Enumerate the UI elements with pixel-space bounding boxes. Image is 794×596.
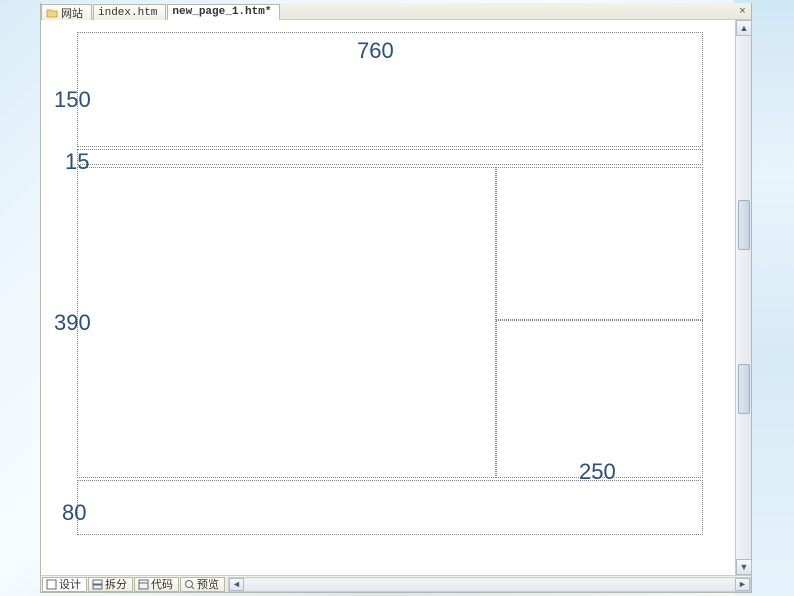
tab-newpage[interactable]: new_page_1.htm*: [167, 4, 280, 20]
dim-right-width: 250: [579, 459, 616, 485]
chevron-right-icon: ►: [738, 579, 747, 589]
view-split-button[interactable]: 拆分: [88, 577, 133, 592]
design-canvas[interactable]: 760 150 15 390 250 80: [41, 20, 751, 575]
view-design-button[interactable]: 设计: [42, 577, 87, 592]
tab-bar: 网站 index.htm new_page_1.htm* ×: [41, 3, 751, 20]
view-code-label: 代码: [151, 576, 173, 592]
dim-spacer-height: 15: [65, 149, 89, 175]
scroll-left-button[interactable]: ◄: [229, 578, 244, 591]
preview-icon: [184, 579, 195, 590]
close-tab-button[interactable]: ×: [736, 5, 749, 18]
chevron-left-icon: ◄: [232, 579, 241, 589]
layout-right-bottom-box: [496, 320, 703, 478]
dim-footer-height: 80: [62, 500, 86, 526]
folder-icon: [46, 7, 58, 19]
design-icon: [46, 579, 57, 590]
scroll-thumb[interactable]: [738, 364, 750, 414]
scroll-down-button[interactable]: ▼: [736, 559, 752, 575]
scroll-right-button[interactable]: ►: [735, 578, 750, 591]
layout-spacer-box: [77, 149, 703, 165]
horizontal-scrollbar[interactable]: ◄ ►: [228, 577, 751, 592]
tab-newpage-label: new_page_1.htm*: [172, 6, 271, 18]
dim-header-height: 150: [54, 87, 91, 113]
view-preview-label: 预览: [197, 576, 219, 592]
dim-width: 760: [357, 38, 394, 64]
chevron-down-icon: ▼: [740, 562, 749, 572]
view-code-button[interactable]: 代码: [134, 577, 179, 592]
layout-main-left-box: [77, 167, 496, 478]
chevron-up-icon: ▲: [740, 23, 749, 33]
layout-right-top-box: [496, 167, 703, 320]
tab-site[interactable]: 网站: [41, 4, 92, 20]
layout-footer-box: [77, 480, 703, 535]
tab-index-label: index.htm: [98, 7, 157, 19]
scroll-up-button[interactable]: ▲: [736, 20, 752, 36]
view-mode-bar: 设计 拆分 代码 预览 ◄ ►: [41, 575, 751, 592]
close-icon: ×: [739, 5, 745, 17]
vertical-scrollbar[interactable]: ▲ ▼: [735, 20, 751, 575]
tab-site-label: 网站: [61, 5, 83, 21]
view-design-label: 设计: [59, 576, 81, 592]
dim-main-height: 390: [54, 310, 91, 336]
scroll-thumb[interactable]: [738, 200, 750, 250]
tab-index[interactable]: index.htm: [93, 4, 166, 20]
editor-window: 网站 index.htm new_page_1.htm* × 760 150 1…: [40, 3, 752, 593]
split-icon: [92, 579, 103, 590]
view-split-label: 拆分: [105, 576, 127, 592]
code-icon: [138, 579, 149, 590]
view-preview-button[interactable]: 预览: [180, 577, 225, 592]
